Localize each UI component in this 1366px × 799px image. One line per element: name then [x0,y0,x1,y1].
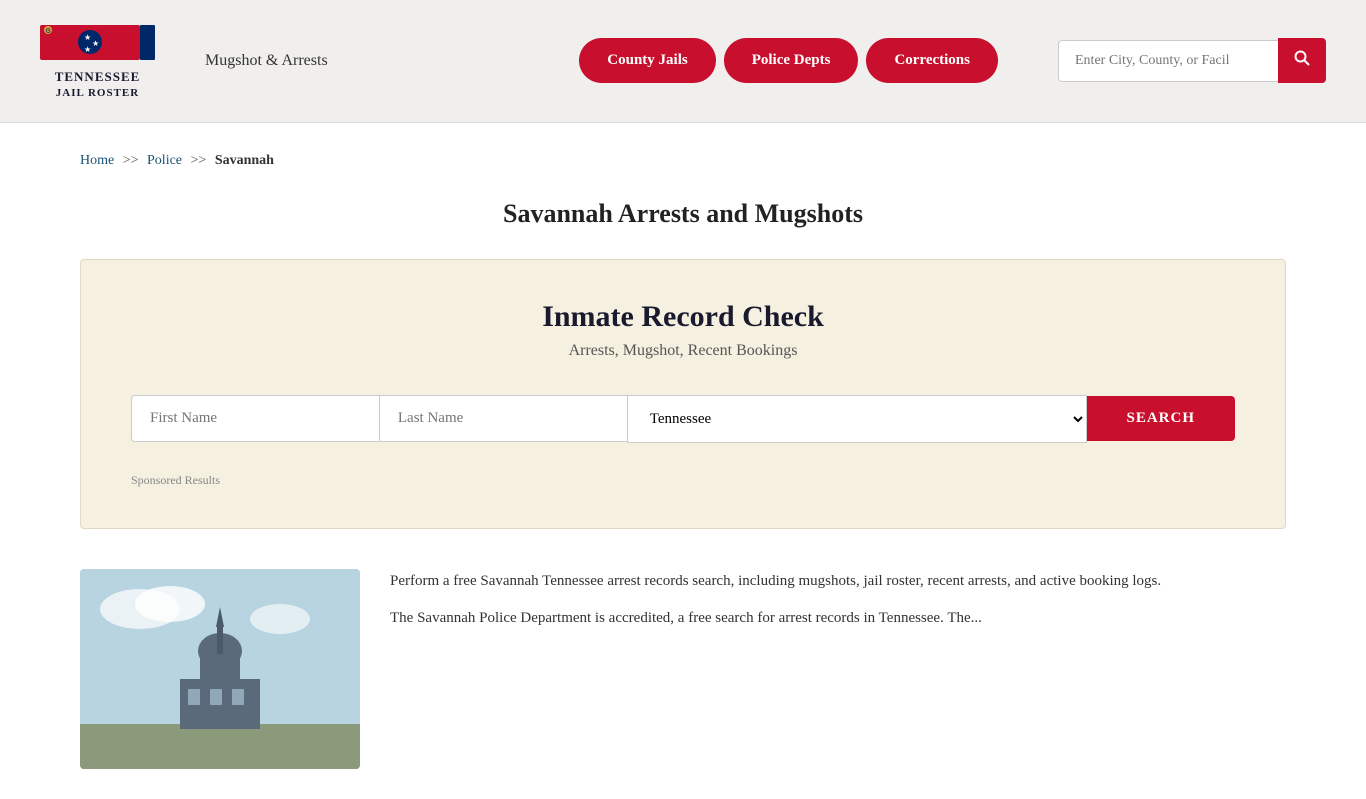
logo-text: TENNESSEE JAIL ROSTER [55,68,141,102]
header-search [1058,38,1326,83]
bottom-section: Perform a free Savannah Tennessee arrest… [80,569,1286,769]
record-check-title: Inmate Record Check [131,300,1235,334]
inmate-search-form: Tennessee Alabama Alaska Arizona Arkansa… [131,395,1235,443]
page-title: Savannah Arrests and Mugshots [80,199,1286,229]
record-search-button[interactable]: SEARCH [1087,396,1236,441]
breadcrumb: Home >> Police >> Savannah [80,153,1286,169]
county-jails-button[interactable]: County Jails [579,38,715,83]
last-name-input[interactable] [379,395,627,442]
site-header: ★ ★ ★ ⚙ TENNESSEE JAIL ROSTER Mugshot & … [0,0,1366,123]
building-svg [80,569,360,769]
state-select[interactable]: Tennessee Alabama Alaska Arizona Arkansa… [627,395,1087,443]
breadcrumb-home[interactable]: Home [80,153,114,168]
corrections-button[interactable]: Corrections [866,38,998,83]
header-search-input[interactable] [1058,40,1278,82]
building-image [80,569,360,769]
first-name-input[interactable] [131,395,379,442]
breadcrumb-sep1: >> [123,153,139,168]
main-content: Home >> Police >> Savannah Savannah Arre… [0,123,1366,799]
search-icon [1294,50,1310,66]
record-check-subtitle: Arrests, Mugshot, Recent Bookings [131,342,1235,360]
svg-text:★: ★ [84,33,91,42]
police-depts-button[interactable]: Police Depts [724,38,859,83]
record-check-section: Inmate Record Check Arrests, Mugshot, Re… [80,259,1286,529]
bottom-text-area: Perform a free Savannah Tennessee arrest… [390,569,1161,769]
breadcrumb-current: Savannah [215,153,274,168]
site-logo[interactable]: ★ ★ ★ ⚙ TENNESSEE JAIL ROSTER [40,20,155,102]
mugshot-link[interactable]: Mugshot & Arrests [205,52,328,70]
breadcrumb-sep2: >> [191,153,207,168]
svg-text:★: ★ [92,39,99,48]
logo-flag: ★ ★ ★ ⚙ [40,20,155,65]
header-search-button[interactable] [1278,38,1326,83]
main-nav: County Jails Police Depts Corrections [579,38,998,83]
body-paragraph-2: The Savannah Police Department is accred… [390,606,1161,632]
body-paragraph-1: Perform a free Savannah Tennessee arrest… [390,569,1161,595]
breadcrumb-police[interactable]: Police [147,153,182,168]
svg-text:⚙: ⚙ [45,27,51,35]
svg-text:★: ★ [84,45,91,54]
sponsored-label: Sponsored Results [131,473,1235,488]
